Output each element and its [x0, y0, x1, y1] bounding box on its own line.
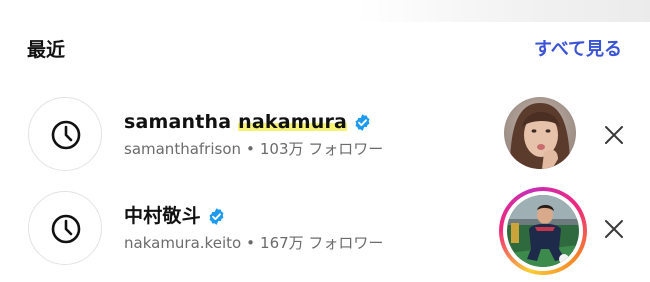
separator-dot: •: [246, 234, 256, 252]
history-circle: [28, 97, 102, 171]
section-title: 最近: [27, 39, 66, 61]
history-circle: [28, 191, 102, 265]
name-line: 中村敬斗: [124, 203, 226, 229]
verified-badge-icon: [209, 207, 224, 225]
recent-item[interactable]: samantha nakamura samanthafrison • 103万 フォ…: [0, 97, 650, 173]
avatar[interactable]: [499, 97, 576, 173]
verified-badge-icon: [355, 113, 370, 131]
clock-icon: [51, 120, 81, 150]
display-name: samantha nakamura: [124, 111, 348, 133]
follower-count: 103万 フォロワー: [259, 140, 384, 158]
section-header: 最近 すべて見る: [0, 36, 650, 66]
profile-photo: [507, 195, 579, 267]
avatar[interactable]: [499, 187, 587, 275]
clock-icon: [51, 214, 81, 244]
see-all-link[interactable]: すべて見る: [534, 36, 622, 64]
name-line: samantha nakamura: [124, 109, 372, 135]
recent-searches-panel: 最近 すべて見る samantha nakamura samanthafriso…: [0, 0, 650, 282]
username: samanthafrison: [124, 140, 242, 158]
close-icon[interactable]: [600, 121, 628, 149]
highlighted-match: nakamura: [238, 111, 348, 133]
close-icon[interactable]: [600, 215, 628, 243]
account-meta: samanthafrison • 103万 フォロワー: [124, 139, 383, 159]
separator-dot: •: [246, 140, 255, 158]
story-ring: [499, 187, 587, 275]
follower-count: 167万 フォロワー: [260, 234, 384, 252]
account-meta: nakamura.keito • 167万 フォロワー: [124, 233, 383, 253]
profile-photo: [504, 97, 576, 169]
top-fade: [0, 0, 650, 22]
username: nakamura.keito: [124, 234, 242, 252]
recent-item[interactable]: 中村敬斗 nakamura.keito • 167万 フォロワー: [0, 187, 650, 275]
display-name: 中村敬斗: [124, 205, 201, 227]
